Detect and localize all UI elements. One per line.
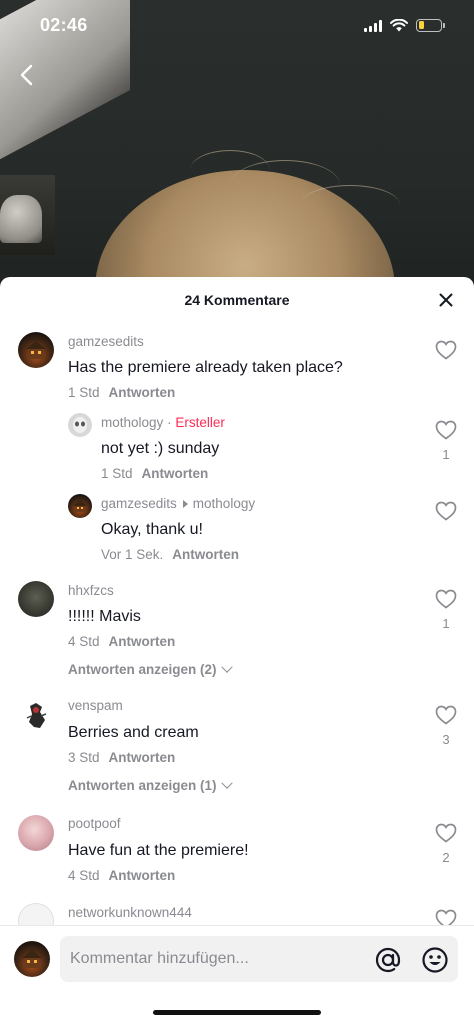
comment-meta: 3 Std Antworten — [68, 750, 175, 765]
comment-meta: 1 Std Antworten — [68, 385, 175, 400]
reply-button[interactable]: Antworten — [172, 547, 239, 562]
like-button[interactable]: 3 — [434, 705, 458, 747]
comment-time: 3 Std — [68, 750, 100, 765]
like-count: 3 — [442, 732, 450, 747]
chevron-left-icon — [20, 64, 33, 86]
reply-button[interactable]: Antworten — [109, 385, 176, 400]
avatar[interactable] — [18, 332, 54, 368]
comment-username[interactable]: hhxfzcs — [68, 583, 114, 598]
status-bar: 02:46 — [0, 0, 474, 50]
status-icons — [364, 18, 445, 32]
heart-icon — [435, 501, 457, 521]
reply-meta: Vor 1 Sek. Antworten — [101, 547, 239, 562]
like-count: 1 — [442, 447, 450, 462]
avatar-figure-image — [26, 703, 47, 728]
comment-input-bar — [0, 925, 474, 1025]
chevron-down-icon — [220, 661, 233, 673]
emoji-button[interactable] — [421, 946, 449, 974]
reply-time: 1 Std — [101, 466, 133, 481]
reply-button[interactable]: Antworten — [109, 868, 176, 883]
comment-username[interactable]: networkunknown444 — [68, 905, 192, 920]
status-time: 02:46 — [40, 14, 88, 35]
reply-button[interactable]: Antworten — [142, 466, 209, 481]
comment-text: Berries and cream — [68, 724, 199, 741]
avatar[interactable] — [18, 815, 54, 851]
reply-username[interactable]: mothology — [101, 415, 163, 430]
like-button[interactable]: 2 — [434, 823, 458, 865]
wifi-icon — [390, 18, 408, 31]
avatar-house-image — [26, 341, 46, 359]
reply-text: not yet :) sunday — [101, 440, 220, 457]
like-count: 1 — [442, 616, 450, 631]
heart-icon — [435, 340, 457, 360]
avatar[interactable] — [18, 581, 54, 617]
heart-icon — [435, 589, 457, 609]
reply-meta: 1 Std Antworten — [101, 466, 208, 481]
reply-username-line: gamzesedits mothology — [101, 496, 255, 511]
close-button[interactable] — [436, 290, 456, 310]
like-button[interactable]: 1 — [434, 589, 458, 631]
show-replies-label: Antworten anzeigen (2) — [68, 662, 217, 677]
reply-arrow-icon — [182, 499, 188, 508]
comments-count-title: 24 Kommentare — [184, 292, 290, 308]
avatar[interactable] — [18, 903, 54, 927]
creator-badge: Ersteller — [175, 415, 225, 430]
like-button[interactable] — [434, 501, 458, 528]
like-button[interactable] — [434, 340, 458, 367]
comment-text: Has the premiere already taken place? — [68, 359, 343, 376]
mention-button[interactable] — [374, 946, 402, 974]
show-replies-button[interactable]: Antworten anzeigen (2) — [68, 661, 233, 677]
avatar[interactable] — [68, 494, 92, 518]
home-indicator — [153, 1010, 321, 1015]
battery-level — [418, 21, 424, 29]
avatar[interactable] — [18, 698, 54, 734]
comment-meta: 4 Std Antworten — [68, 634, 175, 649]
cellular-signal-icon — [364, 19, 382, 32]
reply-button[interactable]: Antworten — [109, 750, 176, 765]
reply-to-username[interactable]: mothology — [193, 496, 255, 511]
avatar-house-image — [73, 500, 87, 512]
avatar[interactable] — [68, 413, 92, 437]
reply-button[interactable]: Antworten — [109, 634, 176, 649]
current-user-avatar[interactable] — [14, 941, 50, 977]
show-replies-button[interactable]: Antworten anzeigen (1) — [68, 777, 233, 793]
comment-meta: 4 Std Antworten — [68, 868, 175, 883]
comment-time: 1 Std — [68, 385, 100, 400]
smiley-icon — [422, 947, 448, 973]
heart-icon — [435, 705, 457, 725]
comments-list[interactable]: gamzesedits Has the premiere already tak… — [0, 323, 474, 927]
comment-text: !!!!!! Mavis — [68, 608, 141, 625]
comment-time: 4 Std — [68, 634, 100, 649]
sheet-header: 24 Kommentare — [0, 277, 474, 323]
at-sign-icon — [375, 947, 401, 973]
back-button[interactable] — [14, 60, 42, 90]
comments-sheet: 24 Kommentare gamzesedits Has the premie… — [0, 277, 474, 1025]
comment-username[interactable]: venspam — [68, 698, 123, 713]
reply-time: Vor 1 Sek. — [101, 547, 164, 562]
heart-icon — [435, 420, 457, 440]
close-icon — [439, 293, 453, 307]
comment-time: 4 Std — [68, 868, 100, 883]
show-replies-label: Antworten anzeigen (1) — [68, 778, 217, 793]
avatar-alien-image — [73, 417, 87, 433]
comment-username[interactable]: pootpoof — [68, 816, 121, 831]
separator-dot: · — [167, 415, 172, 430]
reply-text: Okay, thank u! — [101, 521, 203, 538]
battery-icon — [416, 18, 445, 32]
chevron-down-icon — [220, 777, 233, 789]
avatar-house-image — [22, 950, 42, 968]
reply-username-line: mothology · Ersteller — [101, 415, 225, 430]
video-vase — [0, 195, 42, 243]
like-button[interactable]: 1 — [434, 420, 458, 462]
like-count: 2 — [442, 850, 450, 865]
heart-icon — [435, 823, 457, 843]
comment-username[interactable]: gamzesedits — [68, 334, 144, 349]
comment-text: Have fun at the premiere! — [68, 842, 249, 859]
hair-strand — [300, 185, 400, 225]
reply-username[interactable]: gamzesedits — [101, 496, 177, 511]
